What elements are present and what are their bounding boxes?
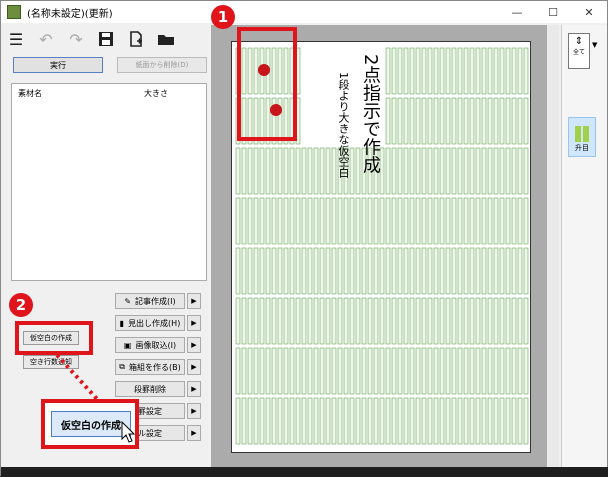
column-header-size: 大きさ <box>144 89 168 98</box>
create-article-button[interactable]: ✎ 記事作成(I) <box>115 293 185 309</box>
close-button[interactable]: ✕ <box>571 1 607 23</box>
callout-zoom: 仮空白の作成 <box>41 399 139 449</box>
subheadline-text: 1段より大きな仮空白 <box>337 72 350 178</box>
redo-icon[interactable]: ↷ <box>67 30 85 49</box>
run-button[interactable]: 実行 <box>13 57 103 73</box>
pencil-icon: ✎ <box>124 296 132 306</box>
callout-provisional-blank-button: 仮空白の作成 <box>51 411 131 437</box>
import-image-arrow[interactable]: ▶ <box>187 337 201 353</box>
vertical-scrollbar[interactable] <box>547 25 559 473</box>
fit-arrows-icon: ⇕ <box>574 36 584 47</box>
remove-from-page-button[interactable]: 紙面から削除(D) <box>117 57 207 73</box>
make-box-button[interactable]: ⧉ 箱組を作る(B) <box>115 359 185 375</box>
column-header-name: 素材名 <box>18 89 42 98</box>
badge-two: 2 <box>9 293 33 317</box>
right-pane: ⇕ 全て ▼ 升目 <box>561 25 607 473</box>
new-doc-icon[interactable] <box>127 30 145 48</box>
delete-column-rule-button[interactable]: 段罫削除 <box>115 381 185 397</box>
box-icon: ⧉ <box>119 362 125 371</box>
grid-cells-button[interactable]: 升目 <box>568 117 596 157</box>
image-icon: ▣ <box>123 340 132 350</box>
all-dropdown-icon[interactable]: ▼ <box>592 41 597 49</box>
highlight-box-2 <box>15 321 93 355</box>
import-image-button[interactable]: ▣ 画像取込(I) <box>115 337 185 353</box>
badge-one: 1 <box>211 5 235 29</box>
rule-settings-arrow[interactable]: ▶ <box>187 403 201 419</box>
create-headline-button[interactable]: ▮ 見出し作成(H) <box>115 315 185 331</box>
all-button[interactable]: ⇕ 全て <box>568 33 590 69</box>
headline-icon: ▮ <box>119 318 125 328</box>
create-article-arrow[interactable]: ▶ <box>187 293 201 309</box>
title-bar: (名称未設定)(更新) — ☐ ✕ <box>1 1 607 23</box>
grid-cells-icon <box>575 126 589 142</box>
save-icon[interactable] <box>97 30 115 48</box>
headline-text: 2点指示で作成 <box>360 54 381 174</box>
app-icon <box>7 5 21 19</box>
window-title: (名称未設定)(更新) <box>27 8 113 20</box>
menu-icon[interactable]: ☰ <box>7 30 25 49</box>
undo-icon[interactable]: ↶ <box>37 30 55 49</box>
cursor-icon <box>121 421 136 443</box>
dotted-arrow-connector <box>55 353 99 401</box>
open-folder-icon[interactable] <box>157 30 175 48</box>
highlight-box-1 <box>237 27 297 141</box>
create-headline-arrow[interactable]: ▶ <box>187 315 201 331</box>
materials-list[interactable]: 素材名 大きさ <box>11 83 207 281</box>
toolbar: ☰ ↶ ↷ <box>7 27 175 51</box>
make-box-arrow[interactable]: ▶ <box>187 359 201 375</box>
minimize-button[interactable]: — <box>499 1 535 23</box>
delete-column-rule-arrow[interactable]: ▶ <box>187 381 201 397</box>
table-settings-arrow[interactable]: ▶ <box>187 425 201 441</box>
app-window: (名称未設定)(更新) — ☐ ✕ ☰ ↶ ↷ 実行 紙面から削除(D) 素材名… <box>0 0 608 477</box>
maximize-button[interactable]: ☐ <box>535 1 571 23</box>
